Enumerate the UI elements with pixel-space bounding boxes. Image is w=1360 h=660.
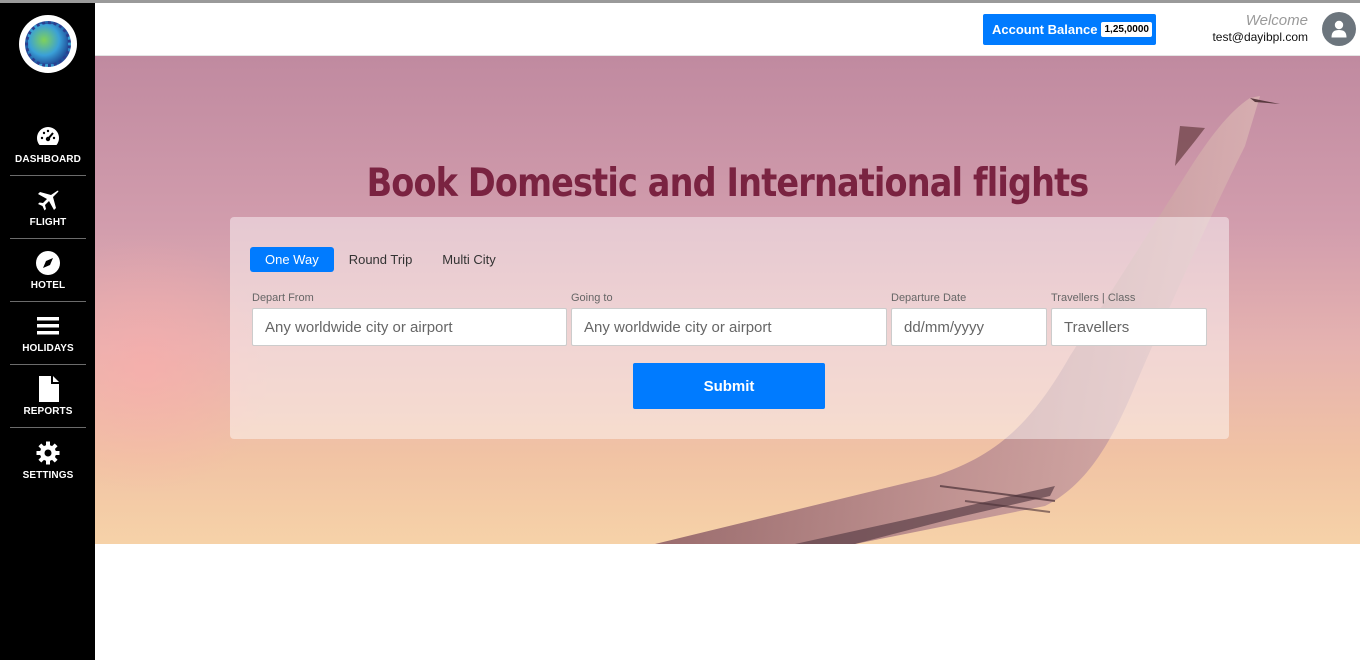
sidebar-item-hotel[interactable]: HOTEL <box>10 239 86 302</box>
gear-icon <box>35 440 61 466</box>
depart-from-label: Depart From <box>252 292 314 304</box>
departure-date-label: Departure Date <box>891 292 967 304</box>
user-welcome: Welcome test@dayibpl.com <box>1212 12 1308 44</box>
depart-from-input[interactable] <box>252 308 567 346</box>
sidebar-item-label: DASHBOARD <box>15 154 81 165</box>
file-icon <box>35 376 61 402</box>
hero-banner: Book Domestic and International flights … <box>95 56 1360 544</box>
compass-icon <box>35 250 61 276</box>
tab-one-way[interactable]: One Way <box>250 247 334 272</box>
sidebar-item-label: HOTEL <box>30 280 66 291</box>
flight-search-card: One Way Round Trip Multi City Depart Fro… <box>230 217 1229 439</box>
travellers-label: Travellers | Class <box>1051 292 1136 304</box>
sidebar-item-flight[interactable]: FLIGHT <box>10 176 86 239</box>
account-balance-badge: 1,25,0000 <box>1101 22 1152 37</box>
sidebar-item-holidays[interactable]: HOLIDAYS <box>10 302 86 365</box>
sidebar: DASHBOARD FLIGHT HOTEL HOLIDAYS REPORTS <box>0 3 95 660</box>
sidebar-item-label: HOLIDAYS <box>22 343 74 354</box>
dashboard-icon <box>35 124 61 150</box>
sidebar-item-label: SETTINGS <box>22 470 74 481</box>
tab-multi-city[interactable]: Multi City <box>427 247 510 272</box>
top-header: Account Balance 1,25,0000 Welcome test@d… <box>95 3 1360 56</box>
going-to-input[interactable] <box>571 308 887 346</box>
departure-date-field: Departure Date <box>891 292 1047 346</box>
sidebar-item-label: REPORTS <box>23 406 73 417</box>
departure-date-input[interactable] <box>891 308 1047 346</box>
plane-icon <box>35 187 61 213</box>
sidebar-item-settings[interactable]: SETTINGS <box>10 428 86 491</box>
tab-round-trip[interactable]: Round Trip <box>334 247 428 272</box>
sidebar-item-reports[interactable]: REPORTS <box>10 365 86 428</box>
going-to-label: Going to <box>571 292 613 304</box>
submit-button[interactable]: Submit <box>633 363 825 409</box>
user-email: test@dayibpl.com <box>1212 30 1308 44</box>
user-avatar[interactable] <box>1322 12 1356 46</box>
logo-globe-icon <box>25 21 71 67</box>
company-logo[interactable] <box>19 15 77 73</box>
travellers-field: Travellers | Class <box>1051 292 1207 346</box>
depart-from-field: Depart From <box>252 292 567 346</box>
welcome-label: Welcome <box>1245 12 1308 29</box>
sidebar-nav: DASHBOARD FLIGHT HOTEL HOLIDAYS REPORTS <box>10 113 86 491</box>
going-to-field: Going to <box>571 292 887 346</box>
user-icon <box>1331 20 1347 38</box>
sidebar-item-dashboard[interactable]: DASHBOARD <box>10 113 86 176</box>
hero-title: Book Domestic and International flights <box>366 161 1090 206</box>
bars-icon <box>35 313 61 339</box>
trip-type-tabs: One Way Round Trip Multi City <box>250 247 511 272</box>
account-balance-button[interactable]: Account Balance 1,25,0000 <box>983 14 1156 45</box>
account-balance-label: Account Balance <box>992 22 1098 37</box>
travellers-input[interactable] <box>1051 308 1207 346</box>
sidebar-item-label: FLIGHT <box>29 217 67 228</box>
